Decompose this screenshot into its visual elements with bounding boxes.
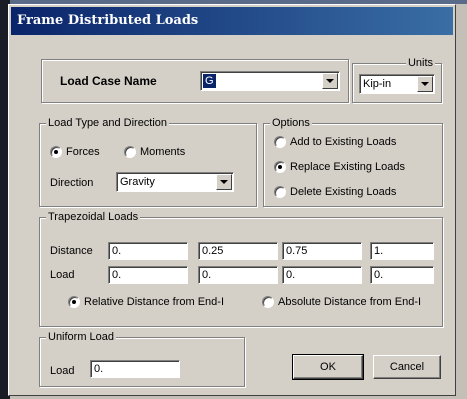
direction-dropdown[interactable]: Gravity bbox=[116, 172, 234, 192]
replace-loads-label[interactable]: Replace Existing Loads bbox=[290, 160, 405, 174]
distance-field-1[interactable] bbox=[108, 242, 188, 260]
title-bar[interactable]: Frame Distributed Loads bbox=[11, 7, 453, 35]
trapezoidal-legend: Trapezoidal Loads bbox=[46, 210, 141, 224]
radio-selected-dot bbox=[278, 165, 282, 169]
load-case-label: Load Case Name bbox=[60, 74, 157, 88]
chevron-down-icon[interactable] bbox=[322, 73, 338, 89]
distance-field-3[interactable] bbox=[282, 242, 362, 260]
relative-distance-radio[interactable] bbox=[68, 296, 80, 308]
radio-selected-dot bbox=[54, 150, 58, 154]
distance-label: Distance bbox=[50, 245, 93, 257]
load-case-group: Load Case Name G bbox=[41, 59, 349, 103]
units-group: Units Kip-in bbox=[352, 56, 442, 103]
load-field-3[interactable] bbox=[282, 266, 362, 284]
uniform-load-group: Uniform Load Load bbox=[39, 330, 245, 387]
options-group: Options Add to Existing Loads Replace Ex… bbox=[263, 116, 443, 207]
uniform-load-field[interactable] bbox=[90, 360, 180, 378]
load-case-value: G bbox=[203, 74, 216, 88]
replace-loads-radio[interactable] bbox=[274, 161, 286, 173]
direction-value: Gravity bbox=[120, 176, 155, 188]
moments-radio[interactable] bbox=[124, 146, 136, 158]
absolute-distance-radio[interactable] bbox=[262, 296, 274, 308]
direction-label: Direction bbox=[50, 177, 94, 189]
load-field-2[interactable] bbox=[198, 266, 278, 284]
units-legend: Units bbox=[405, 56, 435, 70]
ok-button[interactable]: OK bbox=[292, 354, 364, 380]
forces-label[interactable]: Forces bbox=[66, 145, 100, 159]
frame-distributed-loads-dialog: Frame Distributed Loads Load Case Name G… bbox=[8, 4, 456, 396]
moments-label[interactable]: Moments bbox=[140, 145, 185, 159]
trapezoidal-load-label: Load bbox=[50, 269, 75, 281]
forces-radio[interactable] bbox=[50, 146, 62, 158]
options-legend: Options bbox=[270, 116, 312, 130]
delete-loads-label[interactable]: Delete Existing Loads bbox=[290, 185, 396, 199]
uniform-load-label: Load bbox=[50, 365, 75, 377]
uniform-load-legend: Uniform Load bbox=[46, 330, 117, 344]
absolute-distance-label[interactable]: Absolute Distance from End-I bbox=[278, 295, 421, 309]
chevron-down-icon[interactable] bbox=[216, 174, 232, 190]
trapezoidal-group: Trapezoidal Loads Distance Load Relative… bbox=[39, 210, 443, 327]
radio-selected-dot bbox=[72, 300, 76, 304]
window-title: Frame Distributed Loads bbox=[17, 13, 199, 28]
cancel-button[interactable]: Cancel bbox=[373, 355, 441, 379]
add-loads-label[interactable]: Add to Existing Loads bbox=[290, 135, 396, 149]
distance-field-2[interactable] bbox=[198, 242, 278, 260]
chevron-down-icon[interactable] bbox=[417, 76, 433, 92]
distance-field-4[interactable] bbox=[370, 242, 434, 260]
load-field-1[interactable] bbox=[108, 266, 188, 284]
relative-distance-label[interactable]: Relative Distance from End-I bbox=[84, 295, 224, 309]
load-type-legend: Load Type and Direction bbox=[46, 116, 170, 130]
load-case-dropdown[interactable]: G bbox=[200, 71, 340, 91]
load-type-group: Load Type and Direction Forces Moments D… bbox=[39, 116, 257, 207]
units-dropdown[interactable]: Kip-in bbox=[359, 74, 435, 94]
units-value: Kip-in bbox=[363, 78, 392, 90]
delete-loads-radio[interactable] bbox=[274, 186, 286, 198]
load-field-4[interactable] bbox=[370, 266, 434, 284]
add-loads-radio[interactable] bbox=[274, 136, 286, 148]
